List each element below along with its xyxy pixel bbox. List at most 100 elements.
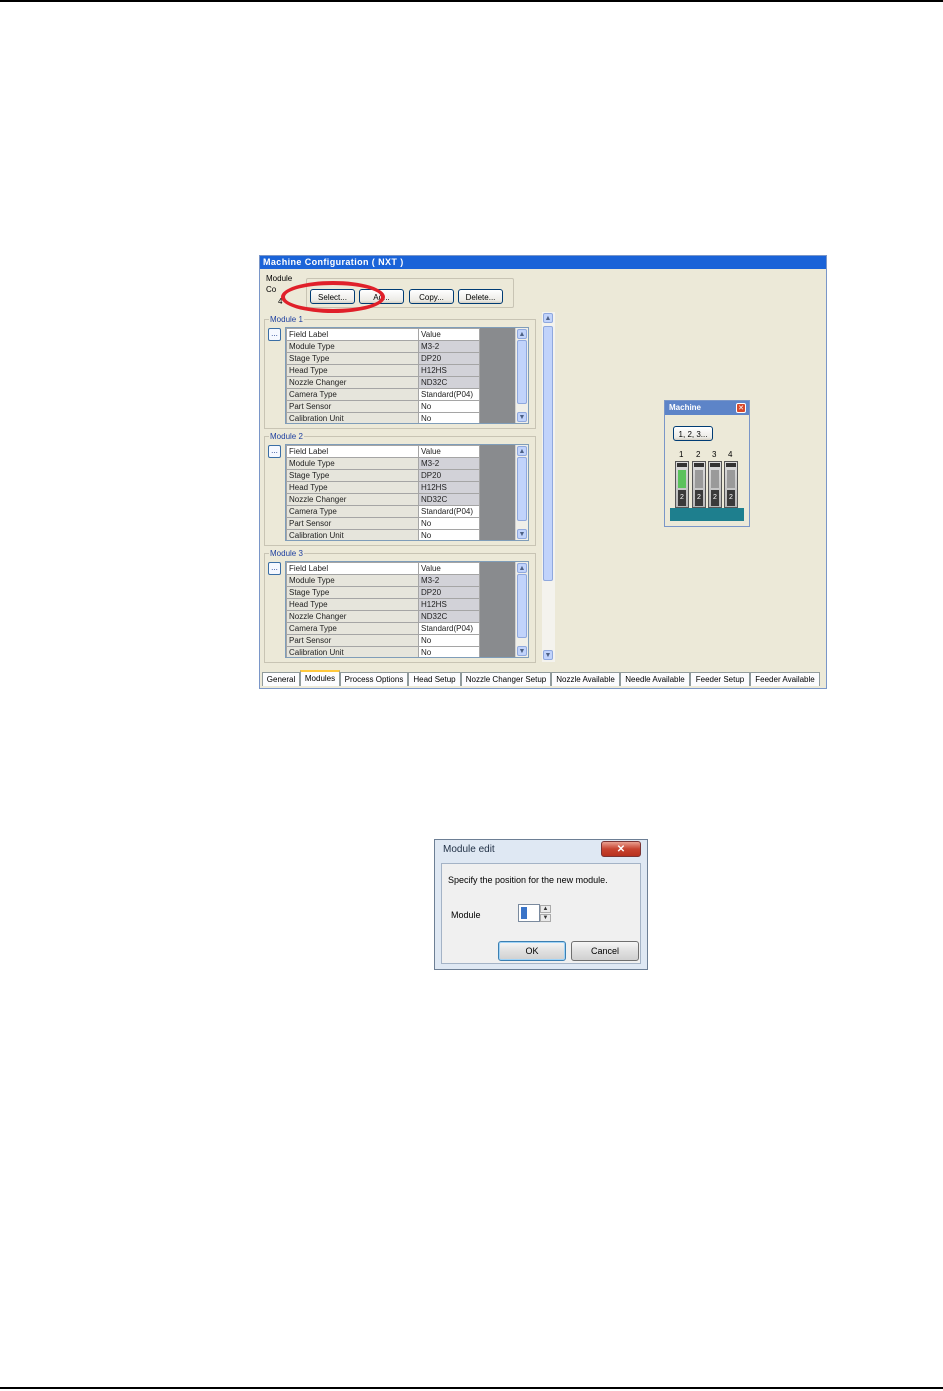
scroll-down-icon[interactable]: ▼ xyxy=(517,529,527,539)
scroll-thumb[interactable] xyxy=(517,574,527,638)
machine-panel: Machine ✕ 1, 2, 3... 1 2 3 4 2 2 2 2 xyxy=(664,400,750,527)
scroll-down-icon[interactable]: ▼ xyxy=(543,650,553,660)
machine-module-1[interactable]: 2 xyxy=(675,461,689,508)
table-row[interactable]: Stage Type DP20 xyxy=(286,352,480,365)
scroll-up-icon[interactable]: ▲ xyxy=(543,313,553,323)
row-value[interactable]: DP20 xyxy=(418,352,480,365)
close-icon[interactable]: ✕ xyxy=(736,403,746,413)
scroll-thumb[interactable] xyxy=(517,457,527,521)
scroll-down-icon[interactable]: ▼ xyxy=(517,412,527,422)
table-row[interactable]: Module Type M3-2 xyxy=(286,340,480,353)
row-label: Nozzle Changer xyxy=(286,610,419,623)
row-value[interactable]: DP20 xyxy=(418,469,480,482)
tab-process-options[interactable]: Process Options xyxy=(340,672,408,686)
module-2-details-button[interactable]: ... xyxy=(268,445,281,458)
row-value[interactable]: M3-2 xyxy=(418,340,480,353)
table-row[interactable]: Calibration Unit No xyxy=(286,529,480,540)
table-row[interactable]: Nozzle Changer ND32C xyxy=(286,376,480,389)
table-row[interactable]: Nozzle Changer ND32C xyxy=(286,610,480,623)
module-2-grid: Field Label Value Module Type M3-2 Stage T… xyxy=(285,444,529,541)
modules-list-scrollbar[interactable]: ▲ ▼ xyxy=(542,312,555,662)
row-value[interactable]: Standard(P04) xyxy=(418,622,480,635)
row-value[interactable]: ND32C xyxy=(418,493,480,506)
row-value[interactable]: ND32C xyxy=(418,610,480,623)
module-1-title: Module 1 xyxy=(269,315,304,324)
module-2-group: Module 2 ... Field Label Value Module Typ… xyxy=(264,432,536,546)
table-row[interactable]: Stage Type DP20 xyxy=(286,586,480,599)
tab-general[interactable]: General xyxy=(262,672,300,686)
module-edit-dialog: Module edit ✕ Specify the position for t… xyxy=(434,839,648,970)
row-label: Camera Type xyxy=(286,505,419,518)
tab-needle-available[interactable]: Needle Available xyxy=(620,672,690,686)
table-row[interactable]: Calibration Unit No xyxy=(286,412,480,423)
module-cap xyxy=(677,463,687,467)
row-value[interactable]: Standard(P04) xyxy=(418,388,480,401)
ok-button[interactable]: OK xyxy=(498,941,566,961)
row-value[interactable]: M3-2 xyxy=(418,457,480,470)
row-value[interactable]: H12HS xyxy=(418,364,480,377)
table-row[interactable]: Calibration Unit No xyxy=(286,646,480,657)
scroll-up-icon[interactable]: ▲ xyxy=(517,329,527,339)
table-row[interactable]: Module Type M3-2 xyxy=(286,457,480,470)
module-3-details-button[interactable]: ... xyxy=(268,562,281,575)
row-value[interactable]: No xyxy=(418,634,480,647)
table-row[interactable]: Part Sensor No xyxy=(286,517,480,530)
module-numbering-button[interactable]: 1, 2, 3... xyxy=(673,426,713,441)
table-row[interactable]: Module Type M3-2 xyxy=(286,574,480,587)
row-value[interactable]: H12HS xyxy=(418,481,480,494)
table-row[interactable]: Part Sensor No xyxy=(286,400,480,413)
table-row[interactable]: Part Sensor No xyxy=(286,634,480,647)
row-value[interactable]: DP20 xyxy=(418,586,480,599)
spin-down-icon[interactable]: ▼ xyxy=(540,914,551,922)
table-row[interactable]: Camera Type Standard(P04) xyxy=(286,622,480,635)
module-2-scrollbar[interactable]: ▲ ▼ xyxy=(515,445,528,540)
copy-button[interactable]: Copy... xyxy=(409,289,454,304)
spin-up-icon[interactable]: ▲ xyxy=(540,905,551,913)
scroll-thumb[interactable] xyxy=(517,340,527,404)
tab-feeder-setup[interactable]: Feeder Setup xyxy=(690,672,750,686)
count-label: Co xyxy=(266,285,277,294)
scroll-up-icon[interactable]: ▲ xyxy=(517,446,527,456)
module-3-grid: Field Label Value Module Type M3-2 Stage T… xyxy=(285,561,529,658)
scroll-thumb[interactable] xyxy=(543,326,553,581)
slot-number: 1 xyxy=(679,450,684,459)
module-3-scrollbar[interactable]: ▲ ▼ xyxy=(515,562,528,657)
row-value[interactable]: No xyxy=(418,646,480,657)
cancel-button[interactable]: Cancel xyxy=(571,941,639,961)
module-1-scrollbar[interactable]: ▲ ▼ xyxy=(515,328,528,423)
row-value[interactable]: M3-2 xyxy=(418,574,480,587)
table-row[interactable]: Head Type H12HS xyxy=(286,364,480,377)
machine-module-4[interactable]: 2 xyxy=(724,461,738,508)
page-top-rule xyxy=(0,0,943,2)
row-value[interactable]: H12HS xyxy=(418,598,480,611)
table-row[interactable]: Camera Type Standard(P04) xyxy=(286,388,480,401)
row-value[interactable]: ND32C xyxy=(418,376,480,389)
table-row[interactable]: Nozzle Changer ND32C xyxy=(286,493,480,506)
row-value[interactable]: Standard(P04) xyxy=(418,505,480,518)
tab-head-setup[interactable]: Head Setup xyxy=(408,672,461,686)
close-icon[interactable]: ✕ xyxy=(601,841,641,857)
row-value[interactable]: No xyxy=(418,412,480,423)
tab-modules[interactable]: Modules xyxy=(300,670,340,686)
module-label: 2 xyxy=(711,490,719,506)
tab-nozzle-changer-setup[interactable]: Nozzle Changer Setup xyxy=(461,672,551,686)
window-title: Machine Configuration ( NXT ) xyxy=(260,256,826,269)
table-row[interactable]: Head Type H12HS xyxy=(286,481,480,494)
row-value[interactable]: No xyxy=(418,529,480,540)
row-value[interactable]: No xyxy=(418,517,480,530)
grid-header-row: Field Label Value xyxy=(286,445,480,458)
delete-button[interactable]: Delete... xyxy=(458,289,503,304)
scroll-up-icon[interactable]: ▲ xyxy=(517,563,527,573)
machine-module-2[interactable]: 2 xyxy=(692,461,706,508)
module-position-stepper[interactable]: ▲ ▼ xyxy=(518,904,551,922)
row-label: Part Sensor xyxy=(286,400,419,413)
row-value[interactable]: No xyxy=(418,400,480,413)
tab-nozzle-available[interactable]: Nozzle Available xyxy=(551,672,620,686)
table-row[interactable]: Head Type H12HS xyxy=(286,598,480,611)
machine-module-3[interactable]: 2 xyxy=(708,461,722,508)
scroll-down-icon[interactable]: ▼ xyxy=(517,646,527,656)
module-1-details-button[interactable]: ... xyxy=(268,328,281,341)
table-row[interactable]: Stage Type DP20 xyxy=(286,469,480,482)
tab-feeder-available[interactable]: Feeder Available xyxy=(750,672,820,686)
table-row[interactable]: Camera Type Standard(P04) xyxy=(286,505,480,518)
